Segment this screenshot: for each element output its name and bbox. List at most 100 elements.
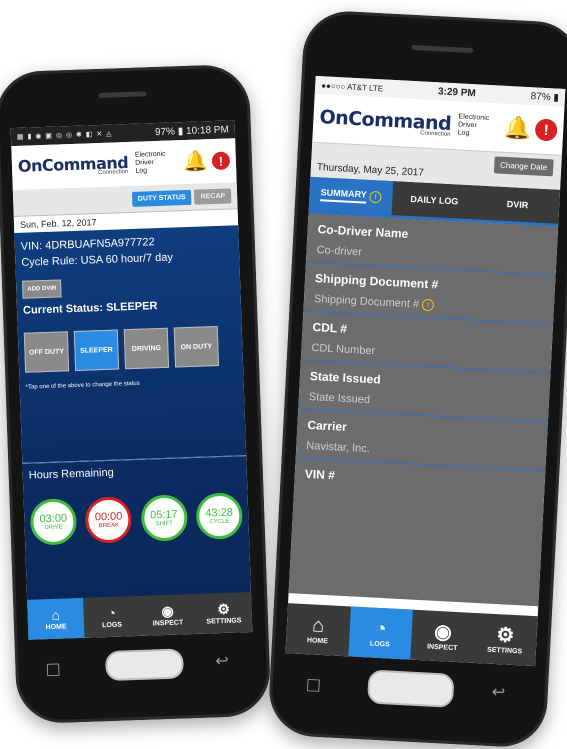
eld-label-line-3: Log	[135, 167, 148, 175]
battery-icon: ▮	[553, 91, 560, 104]
home-hardware-button[interactable]	[104, 648, 184, 682]
gauge-icon: ◔	[374, 617, 388, 640]
speaker-grille	[98, 91, 147, 99]
cdl-label: CDL #	[312, 320, 348, 336]
recent-apps-icon[interactable]: □	[45, 659, 61, 679]
exclamation-icon[interactable]: !	[211, 151, 231, 171]
nav-logs[interactable]: ◔ LOGS	[347, 606, 413, 660]
status-hint: *Tap one of the above to change the stat…	[25, 380, 140, 391]
eye-icon: ◉	[161, 602, 174, 619]
tab-recap[interactable]: RECAP	[194, 187, 232, 205]
battery-level: 97%	[154, 125, 176, 138]
shipping-document-label: Shipping Document #	[314, 271, 439, 292]
vin-label: VIN #	[304, 466, 336, 483]
duty-status-panel: VIN: 4DRBUAFN5A977722 Cycle Rule: USA 60…	[14, 225, 247, 463]
bell-icon[interactable]: 🔔	[503, 115, 532, 141]
clock: 3:29 PM	[437, 85, 477, 99]
nav-home[interactable]: ⌂ HOME	[285, 603, 350, 656]
carrier-label: Carrier	[307, 418, 348, 435]
add-dvir-button[interactable]: ADD DVIR	[21, 279, 62, 299]
bottom-nav: ⌂ HOME ◔ LOGS ◉ INSPECT ⚙ SETTINGS	[27, 592, 253, 640]
home-icon: ⌂	[51, 606, 61, 623]
right-screen: ●●○○○ AT&T LTE 3:29 PM 87% ▮ OnCommand C…	[285, 75, 566, 667]
nav-logs-label: LOGS	[369, 639, 390, 649]
shift-hours-label: SHIFT	[155, 520, 173, 528]
tab-daily-log[interactable]: DAILY LOG	[392, 181, 477, 219]
tab-summary-label: SUMMARY	[320, 187, 368, 204]
drive-hours-circle: 03:00 DRIVE	[29, 498, 78, 546]
nav-home[interactable]: ⌂ HOME	[27, 597, 85, 640]
nav-inspect[interactable]: ◉ INSPECT	[139, 594, 196, 636]
home-hardware-button[interactable]	[366, 669, 455, 708]
nav-logs[interactable]: ◔ LOGS	[83, 596, 140, 638]
log-date: Thursday, May 25, 2017	[316, 162, 425, 179]
on-duty-button[interactable]: ON DUTY	[173, 326, 220, 368]
state-issued-label: State Issued	[309, 369, 381, 387]
recent-apps-icon[interactable]: □	[305, 674, 321, 694]
drive-hours-value: 03:00	[39, 512, 68, 526]
nav-home-label: HOME	[45, 622, 67, 631]
back-icon[interactable]: ↩	[491, 682, 505, 702]
break-hours-label: BREAK	[98, 522, 120, 530]
current-status-text: Current Status: SLEEPER	[22, 300, 158, 317]
summary-form: Co-Driver Name Co-driver Shipping Docume…	[288, 213, 559, 607]
status-right: 97% ▮ 10:18 PM	[155, 124, 229, 138]
change-date-button[interactable]: Change Date	[493, 156, 554, 177]
hours-title: Hours Remaining	[28, 466, 114, 482]
gauge-icon: ◔	[107, 604, 117, 621]
off-duty-button[interactable]: OFF DUTY	[23, 331, 70, 373]
driving-button[interactable]: DRIVING	[123, 327, 170, 370]
break-hours-circle: 00:00 BREAK	[84, 496, 133, 544]
app-header: OnCommand Connection Electronic Driver L…	[11, 138, 237, 191]
gear-icon: ⚙	[495, 623, 515, 647]
eld-label: Electronic Driver Log	[457, 113, 489, 139]
warning-icon: !	[421, 298, 435, 312]
shift-hours-value: 05:17	[149, 508, 178, 522]
nav-settings-label: SETTINGS	[206, 616, 242, 626]
cycle-rule-text: Cycle Rule: USA 60 hour/7 day	[21, 251, 174, 269]
status-icons: ▦ ▮ ◉ ▣ ◎ ◎ ✱ ◧ ✕ ◬	[16, 130, 113, 141]
nav-inspect-label: INSPECT	[152, 618, 184, 627]
nav-settings[interactable]: ⚙ SETTINGS	[473, 613, 538, 666]
left-screen: ▦ ▮ ◉ ▣ ◎ ◎ ✱ ◧ ✕ ◬ 97% ▮ 10:18 PM OnCom…	[10, 120, 253, 640]
app-logo: OnCommand Connection	[319, 106, 452, 138]
app-logo: OnCommand Connection	[18, 153, 129, 179]
nav-inspect[interactable]: ◉ INSPECT	[410, 610, 475, 663]
tab-summary[interactable]: SUMMARY !	[308, 176, 394, 216]
sleeper-button[interactable]: SLEEPER	[73, 329, 120, 372]
gear-icon: ⚙	[216, 600, 231, 617]
eye-icon: ◉	[433, 620, 453, 644]
left-phone: ▦ ▮ ◉ ▣ ◎ ◎ ✱ ◧ ✕ ◬ 97% ▮ 10:18 PM OnCom…	[0, 63, 272, 725]
battery-status: 87% ▮	[530, 91, 559, 103]
battery-icon: ▮	[177, 125, 184, 137]
right-phone: ●●○○○ AT&T LTE 3:29 PM 87% ▮ OnCommand C…	[267, 9, 567, 749]
exclamation-icon[interactable]: !	[534, 118, 558, 142]
nav-settings-label: SETTINGS	[486, 646, 523, 655]
shipping-document-input[interactable]: Shipping Document #	[314, 293, 420, 310]
eld-label-line-3: Log	[457, 129, 470, 137]
bell-icon[interactable]: 🔔	[183, 150, 209, 173]
cycle-hours-value: 43:28	[205, 506, 234, 520]
co-driver-label: Co-Driver Name	[317, 222, 409, 241]
status-button-row: OFF DUTY SLEEPER DRIVING ON DUTY	[23, 325, 237, 373]
cycle-hours-label: CYCLE	[209, 518, 230, 526]
bottom-nav: ⌂ HOME ◔ LOGS ◉ INSPECT ⚙ SETTINGS	[285, 603, 538, 667]
carrier-text: ●●○○○ AT&T LTE	[321, 80, 384, 93]
clock: 10:18 PM	[185, 123, 230, 137]
speaker-grille	[411, 44, 474, 54]
hours-circles: 03:00 DRIVE 00:00 BREAK 05:17 SHIFT 43:2…	[29, 492, 244, 546]
nav-inspect-label: INSPECT	[426, 642, 458, 652]
eld-label: Electronic Driver Log	[135, 151, 167, 176]
break-hours-value: 00:00	[94, 510, 123, 524]
battery-level: 87%	[530, 90, 551, 103]
shift-hours-circle: 05:17 SHIFT	[140, 494, 188, 542]
back-icon[interactable]: ↩	[215, 651, 229, 670]
tab-duty-status[interactable]: DUTY STATUS	[131, 189, 192, 207]
cycle-hours-circle: 43:28 CYCLE	[195, 492, 244, 540]
tab-dvir[interactable]: DVIR	[475, 185, 560, 223]
drive-hours-label: DRIVE	[44, 524, 63, 532]
nav-settings[interactable]: ⚙ SETTINGS	[195, 592, 252, 634]
warning-icon: !	[369, 190, 383, 204]
home-icon: ⌂	[311, 613, 325, 637]
nav-logs-label: LOGS	[102, 621, 123, 629]
